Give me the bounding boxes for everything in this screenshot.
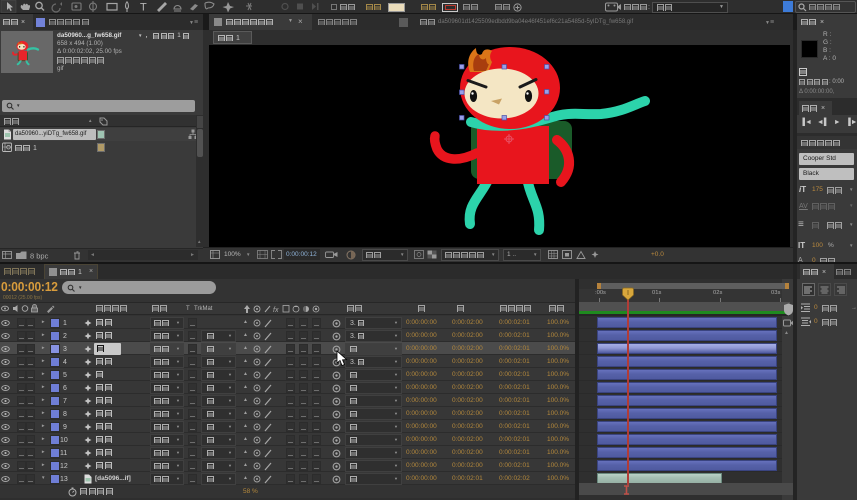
- svg-text:T: T: [140, 2, 147, 14]
- svg-text:8 bpc: 8 bpc: [30, 252, 49, 261]
- svg-text:fx: fx: [273, 307, 279, 314]
